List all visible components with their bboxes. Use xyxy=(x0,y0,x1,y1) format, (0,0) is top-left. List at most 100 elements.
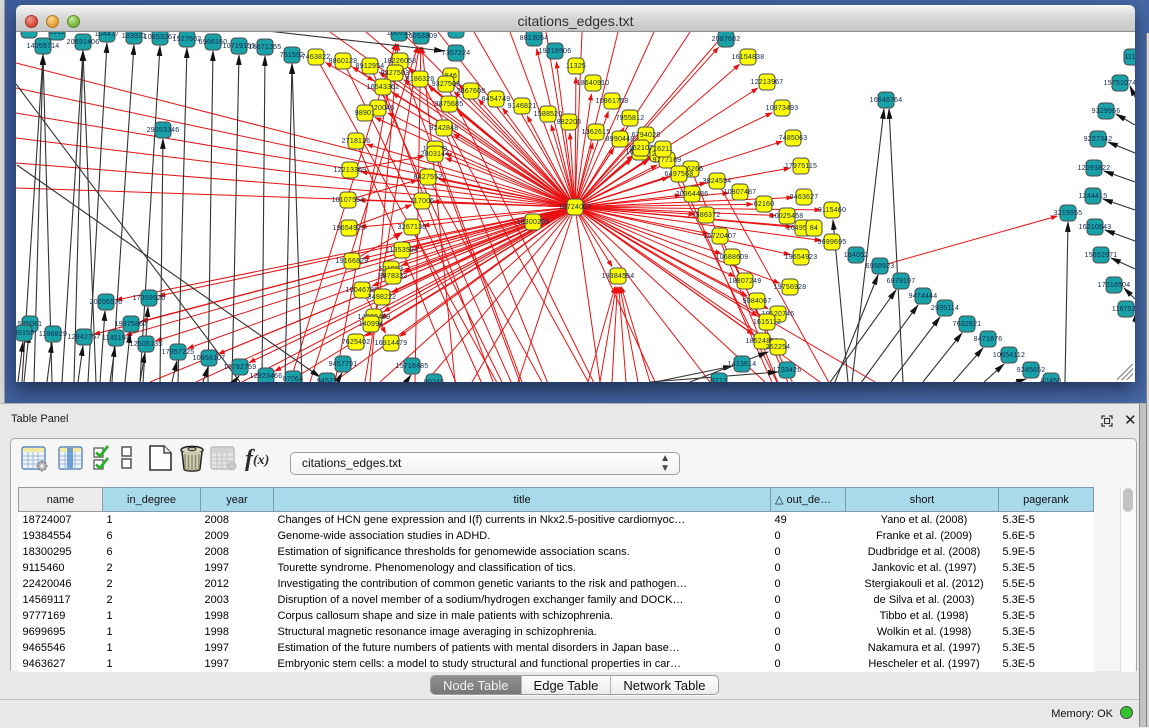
svg-text:9242848: 9242848 xyxy=(430,125,459,132)
svg-text:11353594: 11353594 xyxy=(386,247,418,254)
svg-text:(x): (x) xyxy=(253,453,269,468)
svg-text:6794028: 6794028 xyxy=(632,132,661,139)
svg-text:9699695: 9699695 xyxy=(818,239,847,246)
svg-text:10654112: 10654112 xyxy=(993,352,1025,359)
svg-text:9329966: 9329966 xyxy=(1092,108,1121,115)
svg-text:8990448: 8990448 xyxy=(606,136,635,143)
svg-text:1167533: 1167533 xyxy=(1112,306,1135,313)
svg-text:9146821: 9146821 xyxy=(508,103,537,110)
svg-text:2803144: 2803144 xyxy=(421,151,450,158)
svg-text:15720407: 15720407 xyxy=(704,233,737,240)
svg-text:17957225: 17957225 xyxy=(162,349,195,356)
svg-text:12942757: 12942757 xyxy=(68,334,101,341)
svg-text:9115460: 9115460 xyxy=(818,207,846,214)
svg-text:1145194: 1145194 xyxy=(102,335,130,342)
svg-text:19166829: 19166829 xyxy=(336,258,369,265)
svg-text:3824554: 3824554 xyxy=(703,178,732,185)
svg-text:7632621: 7632621 xyxy=(953,321,982,328)
svg-text:98901: 98901 xyxy=(355,110,375,117)
svg-text:2718126: 2718126 xyxy=(342,138,371,145)
svg-text:18640910: 18640910 xyxy=(577,80,610,87)
svg-text:15716485: 15716485 xyxy=(396,363,429,370)
svg-text:87064: 87064 xyxy=(283,376,303,382)
svg-text:62160: 62160 xyxy=(754,201,774,208)
svg-text:16154838: 16154838 xyxy=(732,54,765,61)
svg-text:2867608: 2867608 xyxy=(457,88,486,95)
svg-text:162107: 162107 xyxy=(629,145,654,152)
svg-text:18807249: 18807249 xyxy=(729,278,762,285)
svg-text:717006: 717006 xyxy=(410,198,435,205)
svg-text:39159: 39159 xyxy=(16,330,34,337)
svg-text:8878332: 8878332 xyxy=(379,273,408,280)
svg-text:88130: 88130 xyxy=(446,32,466,34)
svg-text:10688609: 10688609 xyxy=(716,254,749,261)
svg-text:10807487: 10807487 xyxy=(724,189,757,196)
svg-text:84: 84 xyxy=(810,225,818,232)
svg-text:3498222: 3498222 xyxy=(368,294,397,301)
svg-text:19975867: 19975867 xyxy=(115,321,148,328)
svg-text:19218506: 19218506 xyxy=(539,48,572,55)
svg-text:7386372: 7386372 xyxy=(692,212,721,219)
svg-text:1733426: 1733426 xyxy=(773,367,802,374)
svg-text:252254: 252254 xyxy=(766,344,791,351)
svg-text:9474444: 9474444 xyxy=(909,293,938,300)
svg-text:9777169: 9777169 xyxy=(653,157,682,164)
svg-text:1413614: 1413614 xyxy=(728,361,757,368)
svg-text:9457791: 9457791 xyxy=(329,361,358,368)
svg-text:16782759: 16782759 xyxy=(224,364,257,371)
svg-text:18300295: 18300295 xyxy=(517,219,550,226)
svg-text:104417: 104417 xyxy=(95,32,120,38)
svg-text:12923466: 12923466 xyxy=(250,373,283,380)
svg-text:8471676: 8471676 xyxy=(974,336,1003,343)
svg-text:751552: 751552 xyxy=(280,52,305,59)
svg-text:164052: 164052 xyxy=(844,252,869,259)
svg-text:16648764: 16648764 xyxy=(870,97,903,104)
svg-text:16543362: 16543362 xyxy=(367,84,400,91)
svg-text:183921: 183921 xyxy=(122,33,147,40)
svg-text:16211: 16211 xyxy=(653,146,673,153)
svg-text:6497568: 6497568 xyxy=(665,171,694,178)
svg-text:1362615: 1362615 xyxy=(582,129,611,136)
svg-text:3267130: 3267130 xyxy=(398,224,427,231)
svg-text:17016504: 17016504 xyxy=(1098,282,1131,289)
svg-text:16671355: 16671355 xyxy=(249,44,282,51)
svg-text:8186328: 8186328 xyxy=(406,76,435,83)
svg-text:92450: 92450 xyxy=(1041,378,1061,382)
svg-text:18724007: 18724007 xyxy=(559,204,592,211)
svg-text:7485063: 7485063 xyxy=(779,135,808,142)
svg-text:1527602: 1527602 xyxy=(173,36,202,43)
svg-text:8454749: 8454749 xyxy=(482,96,511,103)
svg-text:7463822: 7463822 xyxy=(302,54,331,61)
svg-text:9912: 9912 xyxy=(49,32,65,36)
svg-text:8813054: 8813054 xyxy=(520,35,549,42)
svg-text:19756928: 19756928 xyxy=(774,284,807,291)
svg-text:16914479: 16914479 xyxy=(375,340,408,347)
svg-text:19384554: 19384554 xyxy=(602,273,635,280)
svg-text:8427552: 8427552 xyxy=(414,174,443,181)
svg-text:12505135: 12505135 xyxy=(130,341,163,348)
svg-text:6879197: 6879197 xyxy=(887,278,916,285)
svg-text:2630659: 2630659 xyxy=(16,32,43,34)
svg-text:16053809: 16053809 xyxy=(405,33,438,40)
svg-text:20691406: 20691406 xyxy=(67,39,100,46)
svg-text:11325: 11325 xyxy=(566,63,586,70)
svg-text:20206576: 20206576 xyxy=(90,299,123,306)
svg-text:140994: 140994 xyxy=(359,321,384,328)
svg-text:19654925: 19654925 xyxy=(333,225,366,232)
svg-text:9327508: 9327508 xyxy=(432,81,461,88)
svg-text:15692971: 15692971 xyxy=(1085,252,1118,259)
svg-text:1156829: 1156829 xyxy=(39,331,67,338)
svg-text:10046786: 10046786 xyxy=(346,287,379,294)
svg-text:8860128: 8860128 xyxy=(329,58,358,65)
svg-text:14055714: 14055714 xyxy=(27,43,60,50)
svg-text:9712: 9712 xyxy=(711,378,727,382)
svg-text:19654923: 19654923 xyxy=(785,254,818,261)
svg-text:1615112: 1615112 xyxy=(753,319,781,326)
svg-text:7357224: 7357224 xyxy=(442,50,471,57)
svg-text:9084067: 9084067 xyxy=(743,298,772,305)
svg-text:3875685: 3875685 xyxy=(435,101,464,108)
svg-text:1112: 1112 xyxy=(1124,54,1135,61)
svg-text:10025458: 10025458 xyxy=(771,213,804,220)
svg-text:10653267: 10653267 xyxy=(144,34,177,41)
svg-text:16210643: 16210643 xyxy=(1079,224,1112,231)
